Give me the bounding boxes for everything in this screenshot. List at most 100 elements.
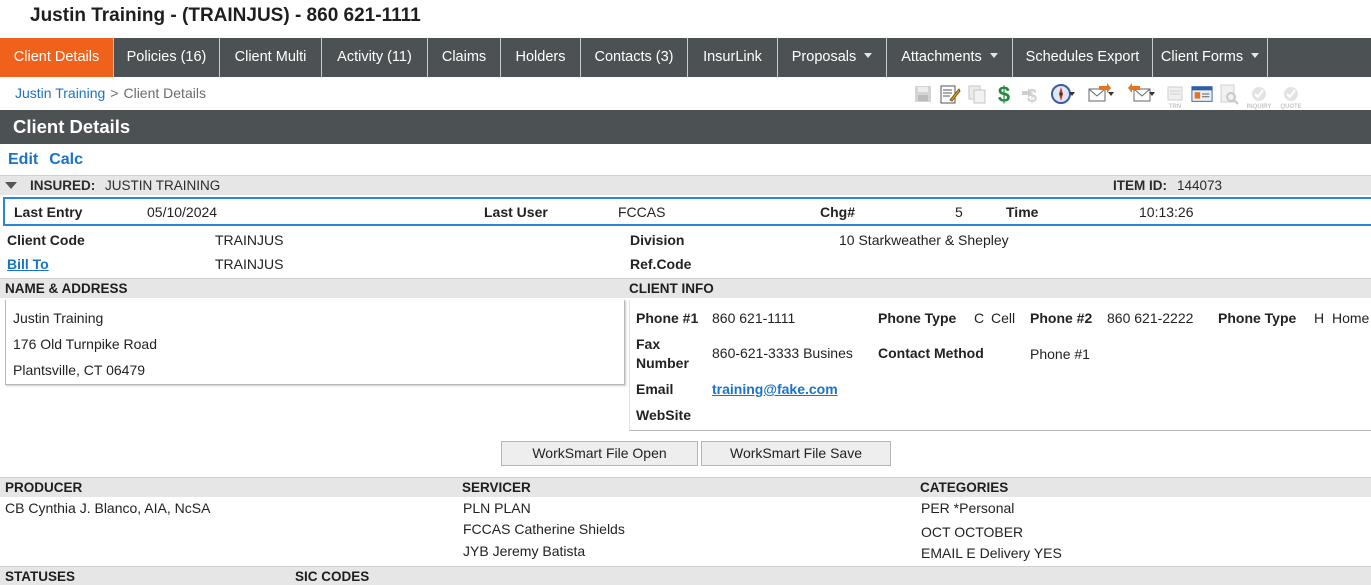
mail-out-icon[interactable] — [1082, 83, 1118, 105]
item-id-value: 144073 — [1177, 178, 1223, 193]
servicer-item: FCCAS Catherine Shields — [463, 521, 625, 537]
inquiry-icon[interactable]: INQUIRY — [1245, 83, 1273, 110]
address-line: 176 Old Turnpike Road — [13, 336, 157, 352]
worksmart-file-open-button[interactable]: WorkSmart File Open — [501, 441, 698, 466]
section-title: Client Details — [0, 110, 1371, 144]
search-doc-icon[interactable] — [1218, 83, 1240, 105]
tab-contacts[interactable]: Contacts (3) — [581, 38, 688, 77]
phone-type-value: Cell — [991, 310, 1016, 326]
last-entry-label: Last Entry — [14, 204, 83, 220]
chevron-down-icon — [1107, 92, 1114, 96]
id-card-icon[interactable] — [1191, 83, 1213, 105]
client-code-label: Client Code — [7, 232, 85, 248]
collapse-triangle-icon[interactable] — [5, 182, 17, 189]
chevron-down-icon — [1148, 92, 1155, 96]
tab-label: Holders — [515, 49, 566, 65]
time-value: 10:13:26 — [1139, 204, 1194, 220]
tab-client-multi[interactable]: Client Multi — [220, 38, 322, 77]
email-label: Email — [636, 381, 674, 397]
tab-label: Policies (16) — [126, 49, 207, 65]
compass-icon[interactable] — [1047, 83, 1077, 105]
last-user-label: Last User — [484, 204, 548, 220]
dollar-icon[interactable]: $ — [993, 82, 1015, 106]
servicer-item: PLN PLAN — [463, 500, 531, 516]
category-item: EMAIL E Delivery YES — [921, 545, 1062, 561]
address-line: Justin Training — [13, 310, 104, 326]
tab-label: Activity (11) — [337, 49, 412, 65]
toolbar: $ $ TRN INQUIRY QUOTE — [912, 80, 1304, 110]
phone-type2-value: Home — [1332, 310, 1370, 326]
last-user-value: FCCAS — [618, 204, 666, 220]
tab-label: Contacts (3) — [594, 49, 674, 65]
address-box: Justin Training 176 Old Turnpike Road Pl… — [5, 300, 625, 385]
calc-link[interactable]: Calc — [49, 151, 83, 168]
tab-bar: Client Details Policies (16) Client Mult… — [0, 38, 1371, 77]
tab-schedules-export[interactable]: Schedules Export — [1013, 38, 1153, 77]
tab-client-forms[interactable]: Client Forms — [1153, 38, 1268, 77]
save-icon[interactable] — [912, 83, 934, 105]
item-id-label: ITEM ID: — [1113, 178, 1167, 193]
category-item: PER *Personal — [921, 500, 1015, 516]
tab-label: Proposals — [791, 49, 857, 65]
tab-label: InsurLink — [703, 49, 762, 65]
tab-label: Client Forms — [1160, 49, 1244, 65]
category-item: OCT OCTOBER — [921, 524, 1024, 540]
tab-activity[interactable]: Activity (11) — [322, 38, 428, 77]
tab-label: Schedules Export — [1025, 49, 1140, 65]
producer-header: PRODUCER — [0, 477, 458, 497]
tab-client-details[interactable]: Client Details — [0, 38, 114, 77]
ref-code-label: Ref.Code — [630, 256, 692, 272]
chg-value: 5 — [955, 204, 963, 220]
breadcrumb-separator: > — [110, 85, 119, 101]
phone-type2-code: H — [1314, 310, 1325, 326]
chevron-down-icon — [1251, 53, 1260, 58]
tab-proposals[interactable]: Proposals — [778, 38, 887, 77]
email-link[interactable]: training@fake.com — [712, 381, 838, 397]
tab-label: Attachments — [901, 49, 982, 65]
mail-in-icon[interactable] — [1123, 83, 1159, 105]
tab-holders[interactable]: Holders — [501, 38, 581, 77]
tab-attachments[interactable]: Attachments — [887, 38, 1013, 77]
phone2-label: Phone #2 — [1030, 310, 1093, 326]
trn-icon[interactable]: TRN — [1164, 83, 1186, 110]
division-value: 10 Starkweather & Shepley — [839, 232, 1009, 248]
client-code-value: TRAINJUS — [215, 232, 284, 248]
statuses-header: STATUSES — [0, 566, 290, 585]
action-links: Edit Calc — [8, 151, 94, 169]
tab-insurlink[interactable]: InsurLink — [688, 38, 778, 77]
website-label: WebSite — [636, 407, 691, 423]
worksmart-file-save-button[interactable]: WorkSmart File Save — [701, 441, 891, 466]
time-label: Time — [1006, 204, 1039, 220]
exchange-icon[interactable]: $ — [1020, 83, 1042, 105]
breadcrumb-parent-link[interactable]: Justin Training — [15, 85, 105, 101]
division-label: Division — [630, 232, 685, 248]
phone-type-label: Phone Type — [878, 310, 957, 326]
tab-claims[interactable]: Claims — [428, 38, 501, 77]
tab-label: Client Multi — [234, 49, 307, 65]
phone2-value: 860 621-2222 — [1107, 310, 1194, 326]
address-line: Plantsville, CT 06479 — [13, 362, 146, 378]
svg-text:$: $ — [998, 82, 1010, 106]
tab-label: Claims — [441, 49, 487, 65]
edit-notes-icon[interactable] — [939, 83, 961, 105]
fax-label: Fax — [636, 336, 661, 352]
copy-icon[interactable] — [966, 83, 988, 105]
chevron-down-icon — [1068, 92, 1075, 96]
quote-icon[interactable]: QUOTE — [1278, 83, 1304, 110]
tab-policies[interactable]: Policies (16) — [114, 38, 220, 77]
page-title: Justin Training - (TRAINJUS) - 860 621-1… — [30, 5, 421, 26]
fax-value: 860-621-3333 Busines — [712, 345, 853, 361]
chevron-down-icon — [989, 53, 998, 58]
servicer-header: SERVICER — [458, 477, 917, 497]
name-address-header: NAME & ADDRESS — [0, 278, 625, 298]
phone-type-code: C — [974, 310, 985, 326]
client-info-header: CLIENT INFO — [625, 278, 1371, 298]
breadcrumb-current: Client Details — [123, 85, 206, 101]
phone-type2-label: Phone Type — [1218, 310, 1297, 326]
breadcrumb: Justin Training > Client Details — [15, 85, 206, 101]
servicer-item: JYB Jeremy Batista — [463, 543, 586, 559]
producer-item: CB Cynthia J. Blanco, AIA, NcSA — [5, 500, 211, 516]
edit-link[interactable]: Edit — [8, 151, 38, 168]
bill-to-link[interactable]: Bill To — [7, 256, 49, 272]
sic-codes-header: SIC CODES — [290, 566, 1371, 585]
